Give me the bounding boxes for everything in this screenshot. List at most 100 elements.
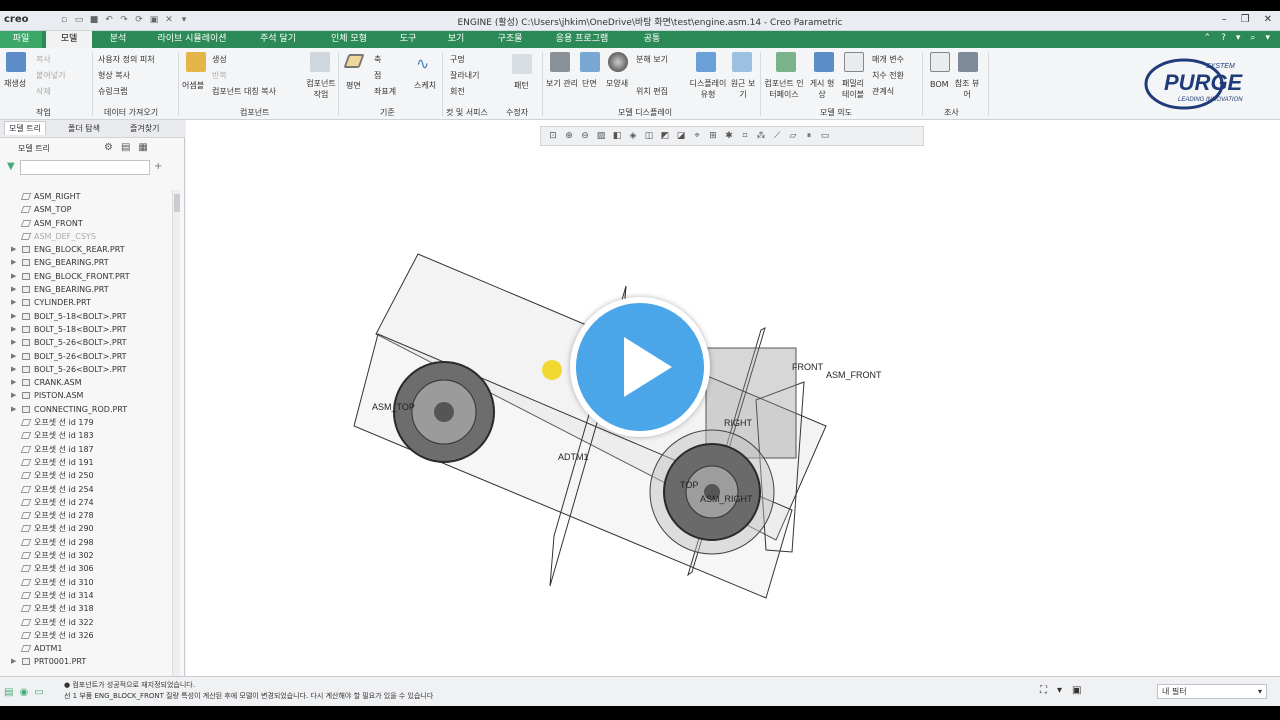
regenerate-icon[interactable] <box>6 52 26 72</box>
tree-item[interactable]: ▶ PISTON.ASM <box>0 389 172 402</box>
copy-geometry-button[interactable]: 형상 복사 <box>98 70 130 81</box>
parameters-button[interactable]: 매개 변수 <box>872 54 904 65</box>
tree-item[interactable]: ▶ ENG_BEARING.PRT <box>0 256 172 269</box>
browser-toggle-icon[interactable]: ◉ <box>19 687 28 698</box>
new-file-icon[interactable]: ▫ <box>58 14 70 26</box>
tree-item[interactable]: 오프셋 선 id 314 <box>0 589 172 602</box>
component-operations-icon[interactable] <box>310 52 330 72</box>
hole-button[interactable]: 구멍 <box>450 54 465 65</box>
tab-folder-browser[interactable]: 폴더 탐색 <box>68 123 100 134</box>
expand-icon[interactable]: ▶ <box>11 403 16 416</box>
tree-item[interactable]: 오프셋 선 id 326 <box>0 629 172 642</box>
component-interface-button[interactable]: 컴포넌트 인터페이스 <box>764 78 804 100</box>
reference-viewer-button[interactable]: 참조 뷰어 <box>952 78 982 100</box>
sketch-icon[interactable]: ∿ <box>416 54 436 74</box>
assemble-icon[interactable] <box>186 52 206 72</box>
group-model-display[interactable]: 모델 디스플레이 <box>618 107 672 118</box>
help-icon[interactable]: ? <box>1221 33 1226 43</box>
save-icon[interactable]: ■ <box>88 14 100 26</box>
perspective-view-button[interactable]: 원근 보기 <box>728 78 758 100</box>
selection-box-icon[interactable]: ▣ <box>1072 685 1081 696</box>
component-interface-icon[interactable] <box>776 52 796 72</box>
tree-item[interactable]: 오프셋 선 id 254 <box>0 483 172 496</box>
undo-icon[interactable]: ↶ <box>103 14 115 26</box>
tree-item[interactable]: ▶ BOLT_5-26<BOLT>.PRT <box>0 336 172 349</box>
tree-item[interactable]: ▶ ENG_BEARING.PRT <box>0 283 172 296</box>
tree-scrollbar-thumb[interactable] <box>174 194 180 212</box>
play-button[interactable] <box>570 297 710 437</box>
appearance-button[interactable]: 모양새 <box>606 78 628 89</box>
tree-item[interactable]: 오프셋 선 id 187 <box>0 443 172 456</box>
family-table-icon[interactable] <box>844 52 864 72</box>
tab-analysis[interactable]: 분석 <box>96 31 140 48</box>
shrinkwrap-button[interactable]: 슈링크랩 <box>98 86 127 97</box>
publish-geometry-button[interactable]: 게시 형상 <box>808 78 836 100</box>
regenerate-icon[interactable]: ⟳ <box>133 14 145 26</box>
group-cut-surface[interactable]: 컷 및 서피스 <box>446 107 488 118</box>
tab-file[interactable]: 파일 <box>0 31 42 48</box>
expand-icon[interactable]: ▶ <box>11 283 16 296</box>
switch-dimensions-button[interactable]: 치수 전환 <box>872 70 904 81</box>
copy-button[interactable]: 복사 <box>36 54 51 65</box>
tree-scrollbar[interactable] <box>172 190 180 676</box>
tree-item[interactable]: ▶ CYLINDER.PRT <box>0 296 172 309</box>
family-table-button[interactable]: 패밀리 테이블 <box>838 78 868 100</box>
tab-favorites[interactable]: 즐겨찾기 <box>130 123 159 134</box>
pattern-button[interactable]: 패턴 <box>514 80 529 91</box>
settings-icon[interactable]: ▾ <box>1236 33 1241 43</box>
tab-manikin[interactable]: 인체 모형 <box>314 31 384 48</box>
tree-item[interactable]: 오프셋 선 id 302 <box>0 549 172 562</box>
tree-item[interactable]: 오프셋 선 id 278 <box>0 509 172 522</box>
tree-item[interactable]: 오프셋 선 id 191 <box>0 456 172 469</box>
expand-icon[interactable]: ▶ <box>11 270 16 283</box>
manage-views-button[interactable]: 보기 관리 <box>546 78 578 89</box>
manage-views-icon[interactable] <box>550 52 570 72</box>
reference-viewer-icon[interactable] <box>958 52 978 72</box>
plane-icon[interactable] <box>343 54 365 68</box>
expand-icon[interactable]: ▶ <box>11 243 16 256</box>
maximize-icon[interactable]: ❐ <box>1241 14 1250 25</box>
tree-item[interactable]: ▶ BOLT_5-26<BOLT>.PRT <box>0 363 172 376</box>
display-style-button[interactable]: 디스플레이 유형 <box>688 78 728 100</box>
group-investigate[interactable]: 조사 <box>944 107 959 118</box>
tree-item[interactable]: ASM_TOP <box>0 203 172 216</box>
windows-icon[interactable]: ▣ <box>148 14 160 26</box>
tree-columns-icon[interactable]: ▤ <box>121 142 130 153</box>
tree-item[interactable]: 오프셋 선 id 183 <box>0 429 172 442</box>
edit-position-button[interactable]: 위치 편집 <box>636 86 668 97</box>
expand-icon[interactable]: ▶ <box>11 256 16 269</box>
tree-item[interactable]: 오프셋 선 id 298 <box>0 536 172 549</box>
paste-button[interactable]: 붙여넣기 <box>36 70 65 81</box>
selection-filter-select[interactable]: 내 필터 ▾ <box>1157 684 1267 699</box>
point-button[interactable]: 점 <box>374 70 381 81</box>
group-component[interactable]: 컴포넌트 <box>240 107 269 118</box>
tab-framework[interactable]: 구조물 <box>484 31 536 48</box>
expand-icon[interactable]: ▶ <box>11 323 16 336</box>
bom-icon[interactable] <box>930 52 950 72</box>
component-operations-button[interactable]: 컴포넌트 작업 <box>306 78 336 100</box>
group-get-data[interactable]: 데이터 가져오기 <box>104 107 158 118</box>
tab-annotate[interactable]: 주석 달기 <box>246 31 310 48</box>
group-operations[interactable]: 작업 <box>36 107 51 118</box>
exploded-view-button[interactable]: 분해 보기 <box>636 54 668 65</box>
tree-item[interactable]: ▶ BOLT_5-18<BOLT>.PRT <box>0 323 172 336</box>
tree-item[interactable]: 오프셋 선 id 318 <box>0 602 172 615</box>
perspective-icon[interactable] <box>732 52 752 72</box>
expand-icon[interactable]: ▶ <box>11 310 16 323</box>
tree-item[interactable]: 오프셋 선 id 310 <box>0 576 172 589</box>
expand-icon[interactable]: ▶ <box>11 350 16 363</box>
relations-button[interactable]: 관계식 <box>872 86 894 97</box>
customize-icon[interactable]: ▾ <box>178 14 190 26</box>
revolve-button[interactable]: 회전 <box>450 86 465 97</box>
tree-item[interactable]: ▶ CRANK.ASM <box>0 376 172 389</box>
tree-item[interactable]: ASM_DEF_CSYS <box>0 230 172 243</box>
tree-filter-icon[interactable]: ▦ <box>138 142 147 153</box>
minimize-icon[interactable]: – <box>1222 14 1227 25</box>
section-button[interactable]: 단면 <box>582 78 597 89</box>
appearance-icon[interactable] <box>608 52 628 72</box>
selection-dropdown-icon[interactable]: ▾ <box>1057 685 1062 696</box>
group-modifiers[interactable]: 수정자 <box>506 107 528 118</box>
expand-icon[interactable]: ▶ <box>11 336 16 349</box>
tree-item[interactable]: 오프셋 선 id 274 <box>0 496 172 509</box>
search-icon[interactable]: ⌕ <box>1250 33 1255 43</box>
